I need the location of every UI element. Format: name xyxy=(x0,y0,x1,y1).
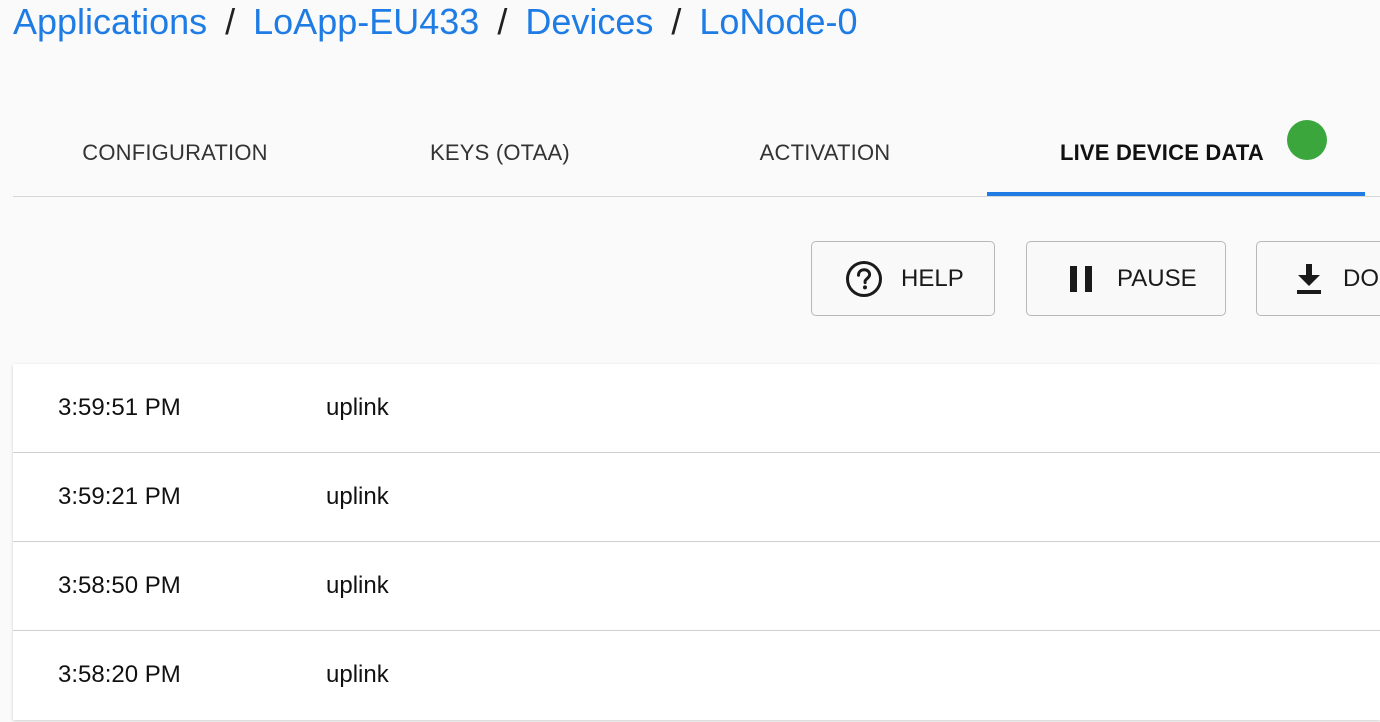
breadcrumb-device-link[interactable]: LoNode-0 xyxy=(699,1,857,43)
log-timestamp: 3:59:51 PM xyxy=(58,394,181,421)
tab-keys-label: KEYS (OTAA) xyxy=(430,140,570,165)
tab-activation-label: ACTIVATION xyxy=(759,140,891,165)
live-status-indicator xyxy=(1287,120,1327,160)
breadcrumb-separator: / xyxy=(671,1,682,42)
log-row[interactable]: 3:59:21 PM uplink xyxy=(13,453,1380,542)
help-circle-icon xyxy=(845,260,883,298)
download-icon xyxy=(1295,263,1323,295)
log-timestamp: 3:58:50 PM xyxy=(58,572,181,599)
tab-configuration-label: CONFIGURATION xyxy=(82,140,268,165)
log-row[interactable]: 3:58:50 PM uplink xyxy=(13,542,1380,631)
pause-icon xyxy=(1069,265,1093,293)
log-event-type: uplink xyxy=(326,483,389,510)
breadcrumb-app-link[interactable]: LoApp-EU433 xyxy=(253,1,479,43)
pause-button[interactable]: PAUSE xyxy=(1026,241,1226,316)
download-button-label: DO xyxy=(1343,264,1379,292)
tab-configuration[interactable]: CONFIGURATION xyxy=(13,110,337,196)
tab-keys-otaa[interactable]: KEYS (OTAA) xyxy=(337,110,663,196)
breadcrumb-separator: / xyxy=(225,1,236,42)
active-tab-indicator xyxy=(987,192,1365,196)
breadcrumb: Applications / LoApp-EU433 / Devices / L… xyxy=(13,0,858,44)
download-button[interactable]: DO xyxy=(1256,241,1380,316)
help-button-label: HELP xyxy=(901,264,964,292)
log-event-type: uplink xyxy=(326,572,389,599)
log-row[interactable]: 3:59:51 PM uplink xyxy=(13,364,1380,453)
log-row[interactable]: 3:58:20 PM uplink xyxy=(13,631,1380,719)
pause-button-label: PAUSE xyxy=(1117,264,1197,292)
log-event-type: uplink xyxy=(326,661,389,688)
live-data-log: 3:59:51 PM uplink 3:59:21 PM uplink 3:58… xyxy=(13,364,1380,720)
log-timestamp: 3:59:21 PM xyxy=(58,483,181,510)
log-timestamp: 3:58:20 PM xyxy=(58,661,181,688)
breadcrumb-devices-link[interactable]: Devices xyxy=(525,1,653,43)
breadcrumb-separator: / xyxy=(497,1,508,42)
device-tabs: CONFIGURATION KEYS (OTAA) ACTIVATION LIV… xyxy=(13,110,1380,197)
log-event-type: uplink xyxy=(326,394,389,421)
breadcrumb-applications-link[interactable]: Applications xyxy=(13,1,207,43)
tab-live-data-label: LIVE DEVICE DATA xyxy=(1059,140,1265,165)
tab-activation[interactable]: ACTIVATION xyxy=(663,110,987,196)
help-button[interactable]: HELP xyxy=(811,241,995,316)
